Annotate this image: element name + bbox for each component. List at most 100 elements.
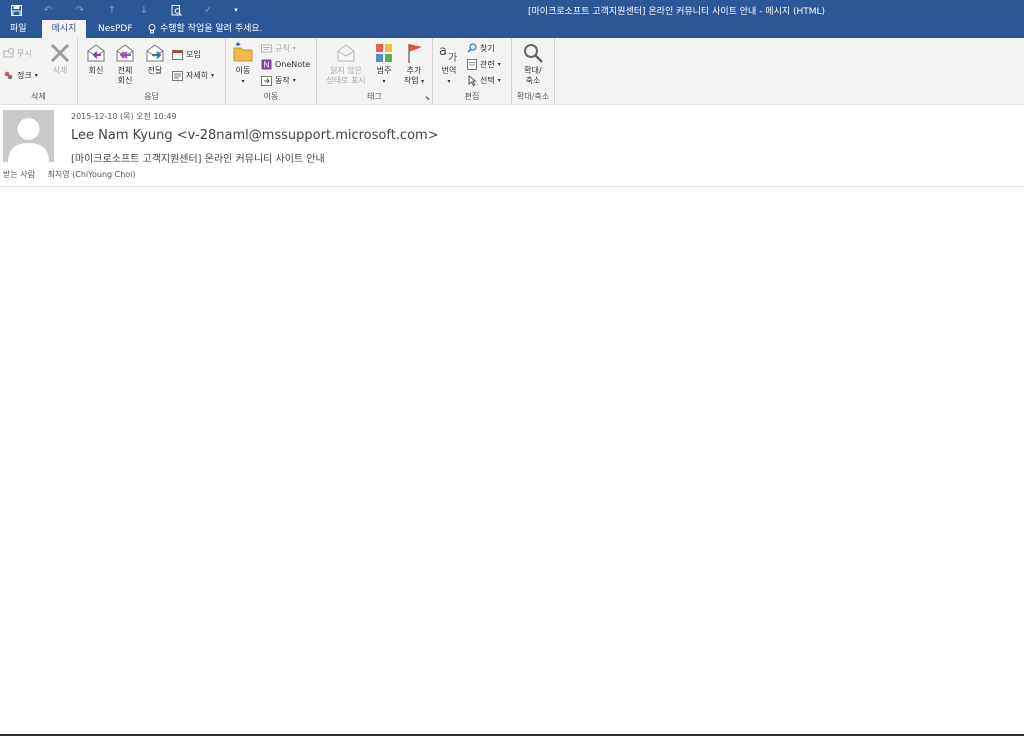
select-button[interactable]: 선택 ▾	[467, 73, 501, 87]
mark-unread-icon	[337, 44, 355, 62]
editing-group-label: 편집	[464, 92, 480, 101]
move-label: 이동	[235, 66, 251, 75]
zoom-label-2: 축소	[525, 76, 541, 85]
chevron-down-icon: ▾	[292, 44, 296, 52]
svg-text:가: 가	[448, 52, 457, 64]
move-button[interactable]: 이동 ▾	[230, 42, 256, 87]
message-subject: [마이크로소프트 고객지원센터] 온라인 커뮤니티 사이트 안내	[71, 154, 325, 165]
zoom-label-1: 확대/	[524, 66, 542, 75]
related-button[interactable]: 관련 ▾	[467, 57, 501, 71]
reply-all-icon	[116, 44, 134, 62]
onenote-button[interactable]: N OneNote	[261, 57, 310, 71]
dropdown-arrow-icon[interactable]: ▾	[224, 0, 248, 20]
zoom-group: 확대/ 축소 확대/축소	[512, 38, 555, 104]
actions-label: 동작	[275, 75, 290, 85]
related-icon	[467, 58, 477, 70]
cleanup-button[interactable]: 정크 ▾	[3, 68, 38, 82]
recipient-name[interactable]: 최치영 (ChiYoung Choi)	[48, 170, 136, 179]
delete-x-icon	[50, 43, 70, 63]
meeting-label: 모임	[186, 49, 201, 59]
cleanup-icon	[4, 71, 13, 79]
move-group: 이동 ▾ 규칙 ▾ N OneNote 동작 ▾ 이동	[226, 38, 317, 104]
chevron-down-icon: ▾	[34, 71, 38, 79]
actions-icon	[261, 75, 272, 86]
floppy-disk-icon[interactable]	[0, 0, 32, 20]
translate-button[interactable]: a가 번역 ▾	[436, 42, 462, 87]
more-respond-icon	[172, 70, 183, 81]
svg-text:a: a	[439, 44, 447, 59]
onenote-icon: N	[261, 59, 272, 69]
arrow-down-icon[interactable]: ↓	[128, 0, 160, 20]
search-icon	[467, 43, 477, 53]
ignore-label: 무시	[17, 48, 32, 58]
rules-button[interactable]: 규칙 ▾	[261, 41, 296, 55]
chevron-down-icon: ▾	[421, 78, 425, 85]
cursor-icon	[468, 74, 477, 86]
respond-group-label: 응답	[144, 92, 159, 101]
rules-icon	[261, 44, 272, 52]
message-date: 2015-12-10 (목) 오전 10:49	[71, 112, 177, 121]
magnifier-icon	[524, 44, 543, 63]
mark-unread-button[interactable]: 읽지 않은 상태로 표시	[321, 42, 371, 86]
delete-group: 무시 정크 ▾ 삭제 삭제	[0, 38, 78, 104]
zoom-button[interactable]: 확대/ 축소	[516, 42, 550, 86]
follow-up-label-2: 작업	[403, 76, 419, 85]
chevron-down-icon: ▾	[497, 60, 501, 68]
follow-up-button[interactable]: 추가 작업 ▾	[400, 42, 428, 87]
tell-me-box[interactable]: 수행할 작업을 알려 주세요.	[148, 20, 263, 38]
reply-button[interactable]: 회신	[83, 42, 109, 76]
tab-file[interactable]: 파일	[10, 20, 27, 38]
categorize-label: 범주	[376, 66, 392, 75]
undo-icon[interactable]: ↶	[32, 0, 64, 20]
chevron-down-icon: ▾	[497, 76, 501, 84]
find-button[interactable]: 찾기	[467, 41, 495, 55]
tags-group: 읽지 않은 상태로 표시 범주 ▾ 추가 작업 ▾ 태그 ⬊	[317, 38, 433, 104]
message-recipients: 받는 사람 최치영 (ChiYoung Choi)	[3, 169, 136, 180]
follow-up-label-1: 추가	[406, 66, 422, 75]
folder-move-icon	[233, 42, 253, 62]
delete-button[interactable]: 삭제	[47, 42, 73, 76]
meeting-button[interactable]: 모임	[172, 47, 201, 61]
reply-icon	[87, 44, 105, 62]
related-label: 관련	[480, 59, 495, 69]
to-label: 받는 사람	[3, 170, 35, 179]
cleanup-label: 정크	[17, 70, 32, 80]
translate-label: 번역	[441, 66, 457, 75]
reply-all-button[interactable]: 전체 회신	[112, 42, 138, 86]
redo-icon[interactable]: ↷	[64, 0, 96, 20]
dialog-launcher-icon[interactable]: ⬊	[425, 95, 430, 102]
more-respond-label: 자세히	[186, 70, 209, 80]
message-sender[interactable]: Lee Nam Kyung <v-28naml@mssupport.micros…	[71, 128, 439, 143]
mark-unread-label-2: 상태로 표시	[326, 76, 366, 85]
print-preview-icon[interactable]	[160, 0, 192, 20]
zoom-group-label: 확대/축소	[516, 92, 550, 101]
delete-group-label: 삭제	[31, 92, 46, 101]
select-label: 선택	[480, 75, 495, 85]
forward-button[interactable]: 전달	[142, 42, 168, 76]
tell-me-text: 수행할 작업을 알려 주세요.	[160, 24, 263, 34]
ignore-button[interactable]: 무시	[3, 46, 32, 60]
actions-button[interactable]: 동작 ▾	[261, 73, 296, 87]
mark-unread-label-1: 읽지 않은	[330, 66, 362, 75]
more-respond-button[interactable]: 자세히 ▾	[172, 68, 214, 82]
tab-nespdf[interactable]: NesPDF	[98, 20, 133, 38]
forward-label: 전달	[147, 66, 163, 75]
svg-text:N: N	[264, 60, 270, 69]
reply-label: 회신	[88, 66, 104, 75]
ribbon: 무시 정크 ▾ 삭제 삭제 회신 전체 회신 전달 모임 자세히 ▾ 응답 이동…	[0, 38, 1024, 105]
reply-all-label-1: 전체	[117, 66, 133, 75]
respond-group: 회신 전체 회신 전달 모임 자세히 ▾ 응답	[78, 38, 226, 104]
categorize-button[interactable]: 범주 ▾	[371, 42, 397, 87]
quick-access-toolbar: ↶ ↷ ↑ ↓ ✓ ▾	[0, 0, 248, 20]
lightbulb-icon	[148, 24, 156, 34]
arrow-up-icon[interactable]: ↑	[96, 0, 128, 20]
title-bar: ↶ ↷ ↑ ↓ ✓ ▾ [마이크로소프트 고객지원센터] 온라인 커뮤니티 사이…	[0, 0, 1024, 20]
ribbon-tab-bar: 파일 메시지 NesPDF 수행할 작업을 알려 주세요.	[0, 20, 1024, 38]
check-icon[interactable]: ✓	[192, 0, 224, 20]
chevron-down-icon: ▾	[211, 71, 215, 79]
window-title: [마이크로소프트 고객지원센터] 온라인 커뮤니티 사이트 안내 - 메시지 (…	[528, 7, 826, 17]
rules-label: 규칙	[275, 43, 290, 53]
tab-message[interactable]: 메시지	[42, 20, 86, 38]
editing-group: a가 번역 ▾ 찾기 관련 ▾ 선택 ▾ 편집	[433, 38, 512, 104]
chevron-down-icon: ▾	[292, 76, 296, 84]
